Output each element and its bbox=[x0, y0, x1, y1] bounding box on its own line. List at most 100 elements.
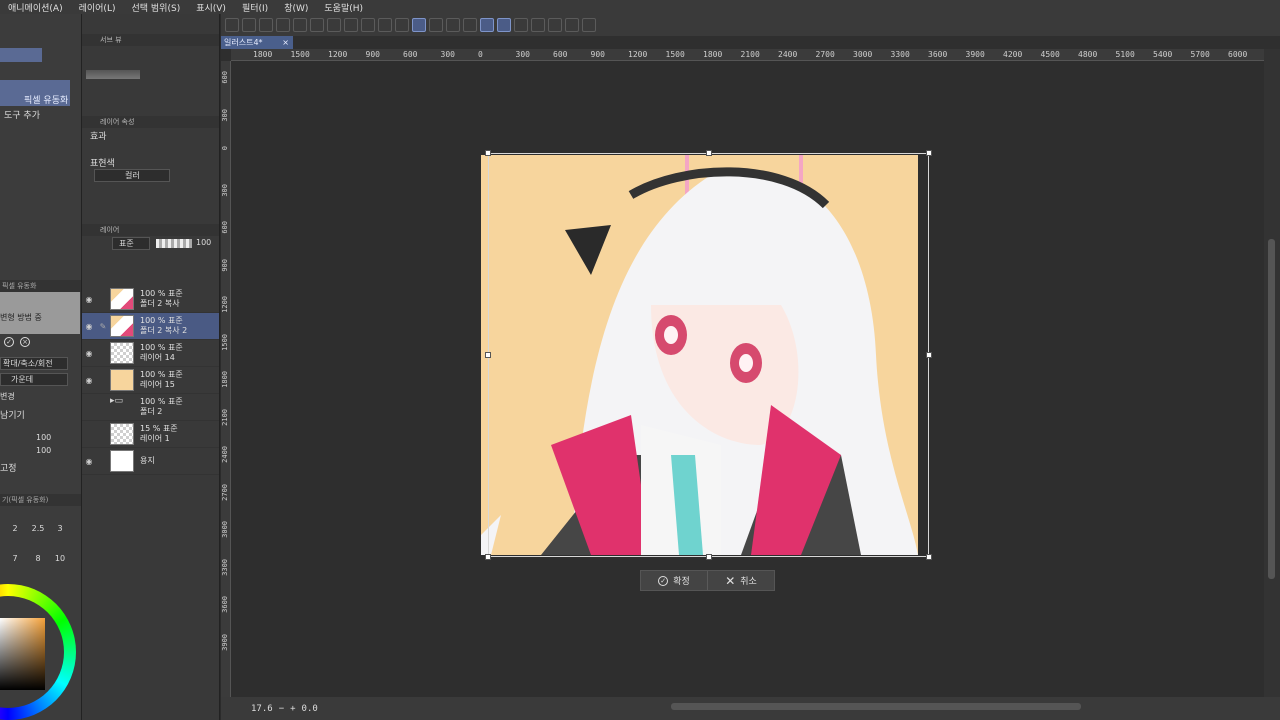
scrollbar-thumb[interactable] bbox=[1268, 239, 1275, 579]
brush-size-item[interactable]: 8 bbox=[28, 554, 48, 563]
transform-handle-l[interactable] bbox=[485, 352, 491, 358]
brush-size-item[interactable]: 2 bbox=[5, 524, 25, 533]
command-bar-icon[interactable] bbox=[412, 18, 426, 32]
vertical-scrollbar[interactable] bbox=[1264, 49, 1280, 699]
transform-handle-b[interactable] bbox=[706, 554, 712, 560]
expression-color-dropdown[interactable]: 컬러 bbox=[94, 169, 170, 182]
command-bar-icon[interactable] bbox=[497, 18, 511, 32]
zoom-in-icon[interactable]: + bbox=[290, 704, 295, 714]
layer-name: 폴더 2 bbox=[140, 407, 163, 416]
transform-handle-t[interactable] bbox=[706, 150, 712, 156]
ruler-tick-label: 1500 bbox=[221, 333, 229, 351]
command-bar-icon[interactable] bbox=[395, 18, 409, 32]
command-bar-icon[interactable] bbox=[310, 18, 324, 32]
slider1-value[interactable]: 100 bbox=[36, 433, 51, 442]
command-bar-icon[interactable] bbox=[327, 18, 341, 32]
transform-handle-br[interactable] bbox=[926, 554, 932, 560]
command-bar-icon[interactable] bbox=[361, 18, 375, 32]
close-icon[interactable]: × bbox=[20, 337, 30, 347]
opacity-slider[interactable] bbox=[156, 239, 192, 248]
command-bar-icon[interactable] bbox=[480, 18, 494, 32]
keep-label: 남기기 bbox=[0, 411, 25, 421]
command-bar-icon[interactable] bbox=[259, 18, 273, 32]
transform-handle-bl[interactable] bbox=[485, 554, 491, 560]
eye-icon[interactable]: ◉ bbox=[82, 295, 96, 304]
document-tab[interactable]: 일러스트4* × bbox=[221, 36, 293, 49]
eye-icon[interactable]: ◉ bbox=[82, 457, 96, 466]
blend-mode-dropdown[interactable]: 표준 bbox=[112, 237, 150, 250]
rotation-value[interactable]: 0.0 bbox=[302, 704, 318, 714]
layer-name: 레이어 1 bbox=[140, 434, 170, 443]
command-bar-icon[interactable] bbox=[225, 18, 239, 32]
cancel-button[interactable]: ✕ 취소 bbox=[707, 571, 774, 590]
command-bar bbox=[221, 14, 1280, 36]
layer-row[interactable]: ▸▭ 100 % 표준 폴더 2 bbox=[82, 394, 219, 421]
sub-view-tab[interactable]: 서브 뷰 bbox=[82, 34, 219, 46]
confirm-label: 확정 bbox=[673, 577, 690, 587]
menu-item[interactable]: 창(W) bbox=[276, 1, 316, 14]
menu-item[interactable]: 레이어(L) bbox=[71, 1, 124, 14]
check-icon[interactable]: ✓ bbox=[4, 337, 14, 347]
sub-view-preview bbox=[86, 70, 140, 79]
menu-item[interactable]: 도움말(H) bbox=[316, 1, 371, 14]
slider2-value[interactable]: 100 bbox=[36, 446, 51, 455]
menu-item[interactable]: 필터(I) bbox=[234, 1, 276, 14]
subtool-selected[interactable]: 픽셀 유동화 bbox=[0, 80, 70, 106]
close-icon: ✕ bbox=[725, 573, 736, 588]
layer-row[interactable]: 15 % 표준 레이어 1 bbox=[82, 421, 219, 448]
transform-handle-r[interactable] bbox=[926, 352, 932, 358]
zoom-out-icon[interactable]: − bbox=[279, 704, 284, 714]
layer-row[interactable]: ◉ 100 % 표준 레이어 14 bbox=[82, 340, 219, 367]
eye-icon[interactable]: ◉ bbox=[82, 349, 96, 358]
command-bar-icon[interactable] bbox=[429, 18, 443, 32]
layer-row[interactable]: ◉ 100 % 표준 폴더 2 복사 bbox=[82, 286, 219, 313]
command-bar-icon[interactable] bbox=[514, 18, 528, 32]
horizontal-scrollbar[interactable] bbox=[671, 703, 1081, 710]
ruler-tick-label: 3600 bbox=[928, 50, 948, 59]
command-bar-icon[interactable] bbox=[344, 18, 358, 32]
eye-icon[interactable]: ◉ bbox=[82, 376, 96, 385]
layer-thumbnail bbox=[110, 423, 134, 445]
command-bar-icon[interactable] bbox=[446, 18, 460, 32]
confirm-button[interactable]: ✓ 확정 bbox=[641, 571, 707, 590]
menu-item[interactable]: 표시(V) bbox=[188, 1, 234, 14]
layer-row[interactable]: ◉ 100 % 표준 레이어 15 bbox=[82, 367, 219, 394]
brush-size-item[interactable]: 3 bbox=[50, 524, 70, 533]
command-bar-icon[interactable] bbox=[276, 18, 290, 32]
ruler-tick-label: 4200 bbox=[1003, 50, 1023, 59]
transform-handle-tl[interactable] bbox=[485, 150, 491, 156]
transform-mode-dropdown[interactable]: 확대/축소/회전 bbox=[0, 357, 68, 370]
menu-item[interactable]: 선택 범위(S) bbox=[123, 1, 188, 14]
brush-size-item[interactable]: 2.5 bbox=[28, 524, 48, 533]
command-bar-icon[interactable] bbox=[548, 18, 562, 32]
center-dropdown[interactable]: 가운데 bbox=[0, 373, 68, 386]
brush-size-item[interactable]: 7 bbox=[5, 554, 25, 563]
horizontal-ruler: 1800 1500 1200 900 600 300 0 300 600 900 1200 1500 1… bbox=[231, 49, 1264, 61]
command-bar-icon[interactable] bbox=[293, 18, 307, 32]
command-bar-icon[interactable] bbox=[378, 18, 392, 32]
menu-item[interactable]: 애니메이션(A) bbox=[0, 1, 71, 14]
layer-row[interactable]: ◉ 용지 bbox=[82, 448, 219, 475]
command-bar-icon[interactable] bbox=[582, 18, 596, 32]
color-saturation-square[interactable] bbox=[0, 618, 45, 690]
layer-tab[interactable]: 레이어 bbox=[82, 224, 219, 236]
zoom-value[interactable]: 17.6 bbox=[251, 704, 273, 714]
command-bar-icon[interactable] bbox=[463, 18, 477, 32]
command-bar-icon[interactable] bbox=[565, 18, 579, 32]
add-tool-button[interactable]: 도구 추가 bbox=[4, 108, 40, 121]
brush-size-grid: 2 2.5 3 7 8 10 bbox=[0, 508, 81, 570]
opacity-value[interactable]: 100 bbox=[196, 238, 211, 247]
layer-thumbnail bbox=[110, 315, 134, 337]
subtool-tab[interactable] bbox=[0, 48, 42, 62]
transform-handle-tr[interactable] bbox=[926, 150, 932, 156]
layer-property-tab[interactable]: 레이어 속성 bbox=[82, 116, 219, 128]
layer-name: 레이어 15 bbox=[140, 380, 175, 389]
command-bar-icon[interactable] bbox=[242, 18, 256, 32]
layer-row[interactable]: ◉ ✎ 100 % 표준 폴더 2 복사 2 bbox=[82, 313, 219, 340]
eye-icon[interactable]: ◉ bbox=[82, 322, 96, 331]
ruler-tick-label: 0 bbox=[221, 146, 229, 151]
canvas-artwork[interactable] bbox=[481, 155, 918, 555]
brush-size-item[interactable]: 10 bbox=[50, 554, 70, 563]
command-bar-icon[interactable] bbox=[531, 18, 545, 32]
close-icon[interactable]: × bbox=[282, 36, 289, 49]
